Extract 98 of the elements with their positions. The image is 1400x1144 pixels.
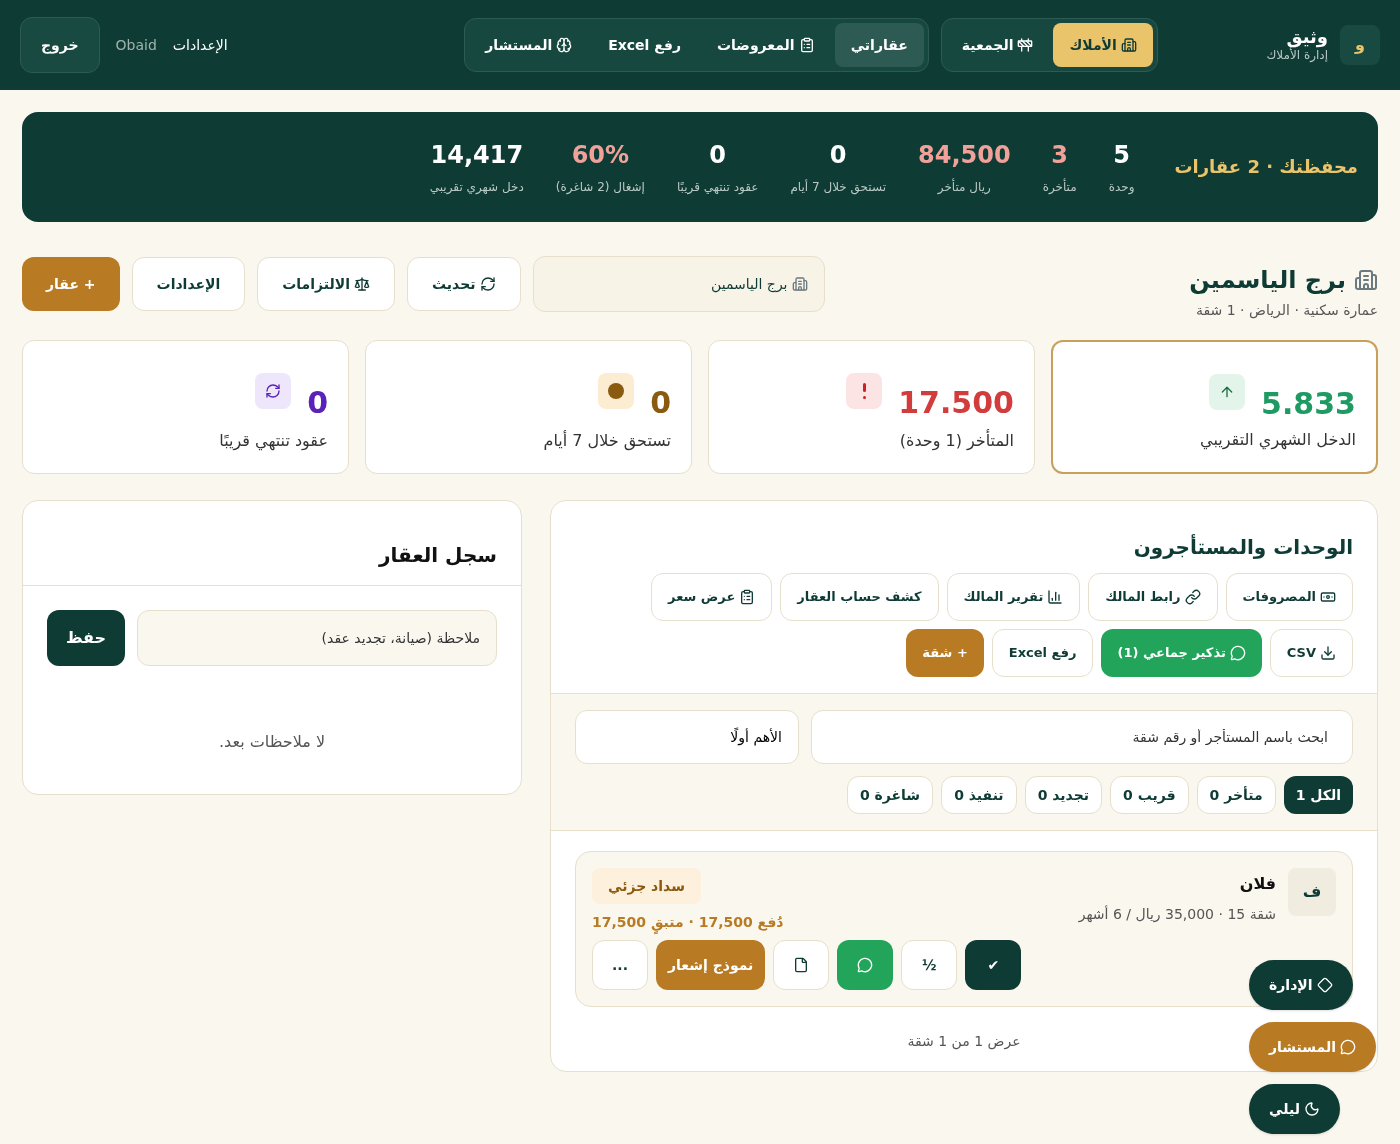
nav-tab[interactable]: المستشار [469, 23, 589, 67]
tool-button[interactable]: CSV [1269, 629, 1353, 677]
property-selector[interactable]: برج الياسمين [532, 256, 825, 312]
kpi-label: عقود تنتهي قريبًا [218, 430, 328, 453]
stat-label: وحدة [1108, 179, 1135, 195]
tool-button[interactable]: كشف حساب العقار [780, 573, 939, 621]
mode-tab[interactable]: الجمعية [945, 23, 1050, 67]
filter-chip[interactable]: تنفيذ 0 [941, 776, 1017, 814]
stat-value: 3 [1051, 140, 1068, 171]
unit-action-button[interactable] [837, 940, 894, 990]
refresh-icon [479, 276, 496, 292]
settings-link[interactable]: الإعدادات [172, 35, 228, 55]
filter-chip[interactable]: متأخر 0 [1196, 776, 1276, 814]
filter-chip[interactable]: قريب 0 [1110, 776, 1189, 814]
unit-action-button[interactable]: ✔ [965, 940, 1022, 990]
stat-value: 5 [1113, 140, 1130, 171]
unit-action-button[interactable] [773, 940, 830, 990]
tool-button[interactable]: + شقة [906, 629, 984, 677]
toolbar-button[interactable]: + عقار [22, 257, 120, 311]
kpi-value: 0 [307, 385, 328, 421]
brand-subtitle: إدارة الأملاك [1266, 47, 1328, 63]
diamond-icon [1316, 977, 1333, 993]
units-count: عرض 1 من 1 شقة [907, 1032, 1021, 1051]
floating-button[interactable]: المستشار [1249, 1022, 1376, 1072]
status-badge: سداد جزئي [592, 868, 701, 904]
note-field[interactable]: ملاحظة (صيانة، تجديد عقد) [137, 610, 497, 666]
kpi-label: تستحق خلال 7 أيام [542, 429, 671, 453]
tool-button[interactable]: رفع Excel [991, 629, 1094, 677]
filter-chip[interactable]: تجديد 0 [1024, 776, 1103, 814]
property-subtitle: عمارة سكنية · الرياض · 1 شقة [1194, 301, 1378, 320]
money-icon [1320, 589, 1336, 605]
tool-button[interactable]: عرض سعر [651, 573, 773, 621]
unit-details: شقة 15 · 35,000 ريال / 6 أشهر [1078, 904, 1276, 924]
nav-tab[interactable]: رفع Excel [592, 23, 698, 67]
brand-name: وثيق [1286, 27, 1328, 47]
stat-label: متأخرة [1042, 179, 1077, 195]
unit-action-button[interactable]: نموذج إشعار [656, 940, 766, 990]
stat-value: 0 [829, 140, 847, 171]
user-name: Obaid [115, 36, 157, 55]
stat-label: عقود تنتهي قريبًا [676, 179, 759, 195]
sort-dropdown[interactable]: الأهم أولًا [575, 710, 799, 764]
stat-value: 60% [571, 140, 630, 171]
floating-button[interactable]: ليلي [1249, 1084, 1340, 1134]
building-icon [1120, 37, 1137, 53]
stat-label: دخل شهري تقريبي [429, 179, 524, 195]
toolbar-button[interactable]: الإعدادات [131, 257, 246, 311]
building-icon [1354, 268, 1378, 292]
tool-button[interactable]: رابط المالك [1088, 573, 1218, 621]
stat-value: 0 [709, 140, 727, 171]
construction-icon [1017, 37, 1034, 53]
clipboard-icon [739, 589, 756, 605]
toolbar-button[interactable]: الالتزامات [257, 257, 395, 311]
stat-label: ريال متأخر [937, 179, 991, 195]
brain-icon [556, 37, 573, 53]
tenant-name: فلان [1238, 873, 1276, 895]
kpi-value: 17.500 [898, 385, 1014, 421]
speech-bubble-icon [1229, 645, 1246, 661]
mode-tab[interactable]: الأملاك [1053, 23, 1153, 67]
empty-notes-message: لا ملاحظات بعد. [218, 731, 326, 753]
logo: و [1340, 25, 1380, 65]
stat-label: تستحق خلال 7 أيام [790, 179, 886, 195]
speech-bubble-icon [857, 957, 874, 973]
property-title: برج الياسمين [1189, 265, 1346, 296]
selector-value: برج الياسمين [711, 275, 788, 294]
save-button[interactable]: حفظ [47, 610, 125, 666]
download-icon [1320, 645, 1336, 661]
toolbar-button[interactable]: تحديث [407, 257, 521, 311]
nav-tab[interactable]: عقاراتي [834, 23, 924, 67]
exclamation-icon [862, 383, 867, 399]
link-icon [1184, 589, 1201, 605]
document-icon [793, 957, 810, 973]
clipboard-icon [798, 37, 815, 53]
stat-label: إشغال (2 شاغرة) [555, 179, 645, 195]
bar-chart-icon [1047, 589, 1064, 605]
moon-icon [1303, 1101, 1320, 1117]
filter-chip[interactable]: شاغرة 0 [846, 776, 934, 814]
panel-title: سجل العقار [23, 501, 521, 586]
tool-button[interactable]: تقرير المالك [946, 573, 1081, 621]
refresh-icon [265, 383, 282, 399]
kpi-value: 0 [650, 385, 671, 421]
unit-action-button[interactable]: ½ [901, 940, 958, 990]
panel-title: الوحدات والمستأجرون [1132, 533, 1353, 561]
kpi-value: 5.833 [1261, 386, 1356, 422]
stat-value: 14,417 [430, 140, 524, 171]
scale-icon [354, 276, 370, 292]
building-icon [791, 276, 808, 292]
nav-tab[interactable]: المعروضات [701, 23, 831, 67]
stat-value: 84,500 [918, 140, 1011, 171]
logout-button[interactable]: خروج [20, 17, 100, 73]
unit-action-button[interactable]: ... [592, 940, 648, 990]
unit-avatar: ف [1288, 868, 1336, 916]
speech-bubble-icon [1340, 1039, 1356, 1055]
kpi-label: الدخل الشهري التقريبي [1199, 429, 1356, 452]
floating-button[interactable]: الإدارة [1249, 960, 1353, 1010]
tool-button[interactable]: المصروفات [1225, 573, 1353, 621]
summary-title: محفظتك · 2 عقارات [1174, 155, 1358, 179]
kpi-label: المتأخر (1 وحدة) [898, 429, 1014, 453]
filter-chip[interactable]: الكل 1 [1283, 776, 1353, 814]
